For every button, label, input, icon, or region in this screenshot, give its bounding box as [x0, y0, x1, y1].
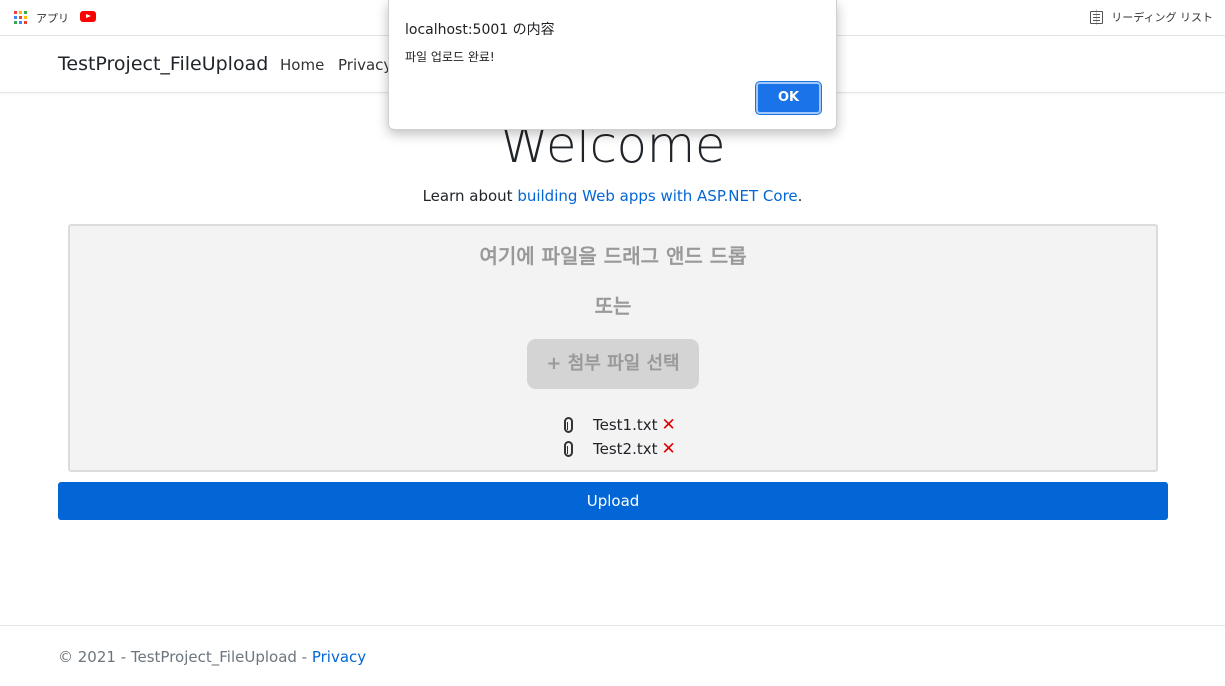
nav-link-privacy[interactable]: Privacy [338, 56, 392, 74]
learn-link[interactable]: building Web apps with ASP.NET Core [517, 187, 797, 205]
footer-text: © 2021 - TestProject_FileUpload - Privac… [58, 648, 366, 666]
file-item: Test2.txt ✕ [564, 438, 676, 460]
learn-text: Learn about building Web apps with ASP.N… [0, 187, 1225, 205]
file-item: Test1.txt ✕ [564, 414, 676, 436]
alert-dialog: localhost:5001 の内容 파일 업로드 완료! OK [388, 0, 837, 130]
footer-copyright: © 2021 - TestProject_FileUpload - [58, 648, 312, 666]
bookmark-apps[interactable]: アプリ [14, 10, 69, 26]
bookmark-apps-label: アプリ [36, 12, 69, 25]
nav-link-home[interactable]: Home [280, 56, 324, 74]
paperclip-icon [564, 417, 573, 433]
dialog-message: 파일 업로드 완료! [405, 50, 495, 64]
dropzone-title: 여기에 파일을 드래그 앤드 드롭 [479, 244, 747, 268]
footer-privacy-link[interactable]: Privacy [312, 648, 366, 666]
footer: © 2021 - TestProject_FileUpload - Privac… [0, 625, 1225, 686]
select-file-button[interactable]: + 첨부 파일 선택 [527, 339, 699, 389]
file-dropzone[interactable]: 여기에 파일을 드래그 앤드 드롭 또는 + 첨부 파일 선택 Test1.tx… [68, 224, 1158, 472]
file-name: Test1.txt [593, 416, 658, 434]
reading-list-button[interactable]: リーディング リスト [1090, 9, 1213, 25]
reading-list-label: リーディング リスト [1111, 11, 1213, 24]
upload-button[interactable]: Upload [58, 482, 1168, 520]
learn-suffix: . [797, 187, 803, 205]
remove-icon[interactable]: ✕ [662, 439, 676, 459]
dropzone-or: 또는 [594, 294, 632, 318]
paperclip-icon [564, 441, 573, 457]
navbar-brand[interactable]: TestProject_FileUpload [58, 53, 268, 75]
learn-prefix: Learn about [422, 187, 518, 205]
apps-grid-icon [14, 11, 28, 25]
dialog-ok-button[interactable]: OK [756, 82, 821, 114]
reading-list-icon [1090, 10, 1104, 24]
youtube-icon[interactable] [80, 11, 96, 22]
file-name: Test2.txt [593, 440, 658, 458]
dialog-title: localhost:5001 の内容 [405, 22, 555, 38]
remove-icon[interactable]: ✕ [662, 415, 676, 435]
